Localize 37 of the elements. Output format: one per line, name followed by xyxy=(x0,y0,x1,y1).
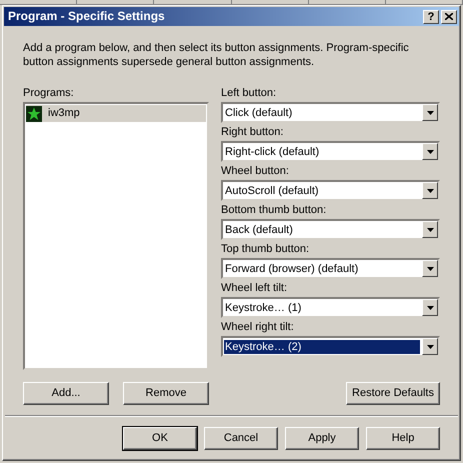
dropdown-field[interactable]: Right-click (default) xyxy=(221,141,440,162)
field-label: Left button: xyxy=(221,87,278,101)
close-icon xyxy=(445,13,453,20)
field-label: Wheel right tilt: xyxy=(221,321,295,335)
dropdown-field[interactable]: Forward (browser) (default) xyxy=(221,258,440,279)
dropdown-arrow-icon xyxy=(426,344,434,348)
apply-button[interactable]: Apply xyxy=(285,427,359,450)
restore-defaults-button[interactable]: Restore Defaults xyxy=(346,382,440,405)
dropdown-field[interactable]: AutoScroll (default) xyxy=(221,180,440,201)
dropdown-field[interactable]: Back (default) xyxy=(221,219,440,240)
window-title: Program - Specific Settings xyxy=(8,9,166,24)
dropdown-arrow-icon xyxy=(426,150,434,154)
dropdown-arrow-icon xyxy=(426,188,434,192)
field-label: Top thumb button: xyxy=(221,243,310,257)
dropdown-arrow-icon xyxy=(426,306,434,310)
field-label: Right button: xyxy=(221,126,284,140)
programs-label: Programs: xyxy=(23,87,75,101)
help-button[interactable]: Help xyxy=(366,427,440,450)
close-button[interactable] xyxy=(441,10,457,24)
dropdown-field[interactable]: Keystroke… (1) xyxy=(221,297,440,318)
field-label: Wheel left tilt: xyxy=(221,282,288,296)
program-list[interactable]: iw3mp xyxy=(23,102,209,370)
dropdown-arrow-icon xyxy=(426,266,434,270)
instructions-text: Add a program below, and then select its button assignments. Program-specific button assignments supersede general button assignments. xyxy=(23,41,410,69)
ok-button[interactable]: OK xyxy=(123,427,197,450)
field-label: Bottom thumb button: xyxy=(221,204,328,218)
add-button[interactable]: Add... xyxy=(23,382,109,405)
remove-button[interactable]: Remove xyxy=(123,382,209,405)
field-label: Wheel button: xyxy=(221,165,290,179)
dropdown-arrow-icon xyxy=(426,110,434,114)
dropdown-field[interactable]: Click (default) xyxy=(221,102,440,123)
dropdown-arrow-icon xyxy=(426,228,434,232)
program-item[interactable]: iw3mp xyxy=(26,105,206,122)
cancel-button[interactable]: Cancel xyxy=(204,427,278,450)
dropdown-field[interactable]: Keystroke… (2) xyxy=(221,336,440,357)
help-button[interactable]: ? xyxy=(423,10,439,24)
star-icon xyxy=(26,106,42,122)
